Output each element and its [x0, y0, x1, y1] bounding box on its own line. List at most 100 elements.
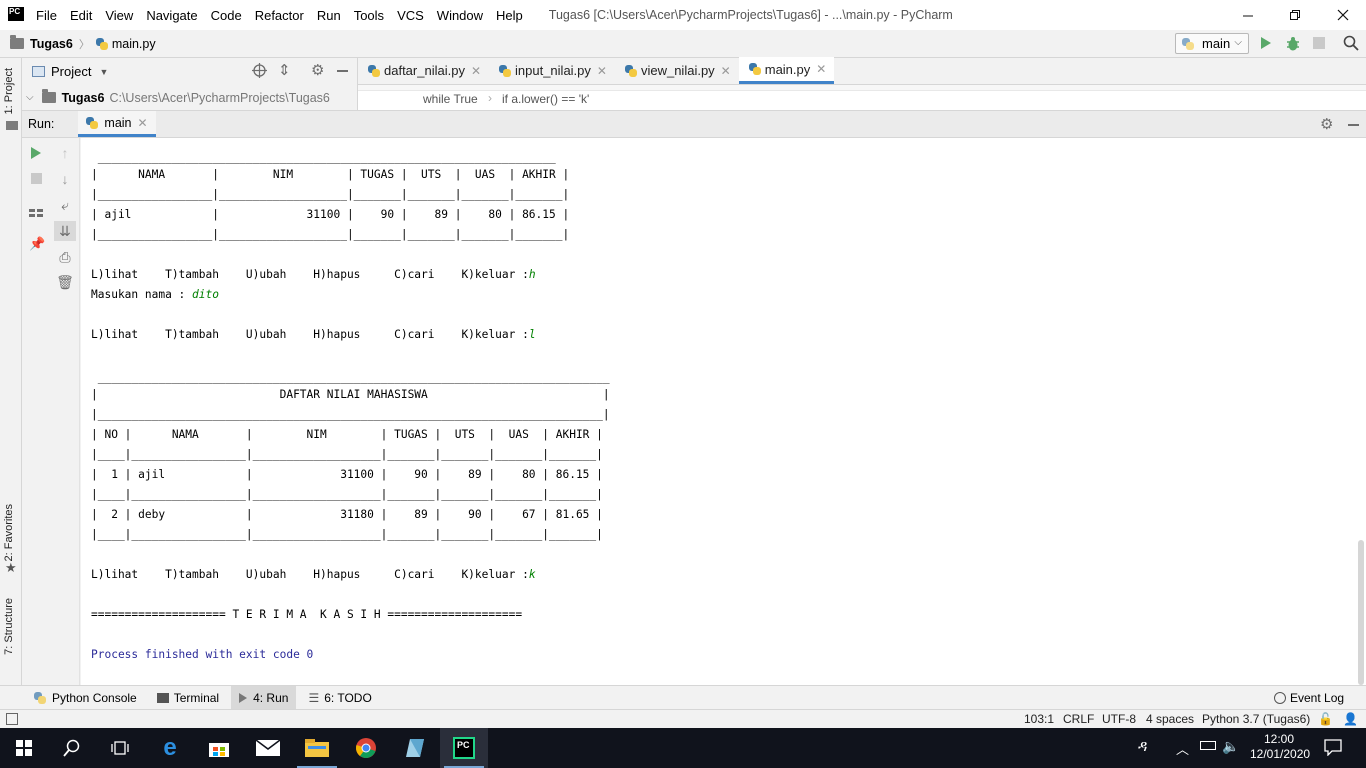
- chevron-down-icon[interactable]: ⌵: [26, 92, 34, 103]
- taskbar-edge[interactable]: e: [146, 728, 194, 768]
- chevron-up-icon[interactable]: ︿: [1176, 739, 1189, 758]
- up-arrow-icon[interactable]: ↑: [57, 145, 73, 161]
- taskbar-file-explorer[interactable]: [293, 728, 341, 768]
- locate-icon[interactable]: [252, 63, 267, 81]
- tab-main[interactable]: main.py ✕: [738, 57, 835, 84]
- collapse-all-icon[interactable]: ⇕: [278, 61, 291, 79]
- minimize-button[interactable]: [1225, 0, 1271, 30]
- close-window-button[interactable]: [1320, 0, 1366, 30]
- menu-help[interactable]: Help: [496, 8, 523, 23]
- down-arrow-icon[interactable]: ↓: [57, 171, 73, 187]
- search-icon: [1343, 35, 1359, 51]
- python-interpreter[interactable]: Python 3.7 (Tugas6): [1202, 712, 1310, 726]
- search-button[interactable]: [48, 728, 96, 768]
- pycharm-icon: PC: [453, 737, 475, 759]
- indent-setting[interactable]: 4 spaces: [1146, 712, 1194, 726]
- play-icon: [1261, 37, 1271, 49]
- layout-button[interactable]: [29, 206, 43, 217]
- taskbar-chrome[interactable]: [342, 728, 390, 768]
- soft-wrap-icon[interactable]: ⤶: [57, 197, 73, 213]
- close-tab-icon[interactable]: ✕: [816, 62, 826, 76]
- menu-window[interactable]: Window: [437, 8, 483, 23]
- pycharm-logo-icon: PC: [8, 7, 24, 23]
- menu-file[interactable]: File: [36, 8, 57, 23]
- python-file-icon: [368, 64, 380, 77]
- battery-icon[interactable]: [1200, 741, 1216, 750]
- menu-tools[interactable]: Tools: [354, 8, 384, 23]
- breadcrumb-if[interactable]: if a.lower() == 'k': [502, 92, 589, 106]
- gear-icon[interactable]: ⚙: [1320, 115, 1333, 133]
- console-line: |_______________________________________…: [91, 408, 610, 421]
- inspector-icon[interactable]: 👤: [1343, 712, 1358, 726]
- tab-favorites[interactable]: 2: Favorites: [3, 504, 15, 561]
- people-icon[interactable]: ዳ: [1138, 738, 1147, 755]
- close-icon: [1337, 9, 1349, 21]
- chevron-down-icon[interactable]: ▼: [99, 67, 108, 77]
- menu-run[interactable]: Run: [317, 8, 341, 23]
- run-button[interactable]: [1261, 37, 1271, 49]
- taskbar-app[interactable]: [391, 728, 439, 768]
- breadcrumb-file[interactable]: main.py: [112, 37, 156, 51]
- console-scroll-thumb[interactable]: [1358, 540, 1364, 685]
- project-panel-title[interactable]: Project: [51, 64, 91, 79]
- tool-window-toggle-icon[interactable]: [6, 713, 18, 725]
- tab-python-console[interactable]: Python Console: [26, 686, 145, 710]
- folder-icon: [10, 35, 24, 49]
- start-button[interactable]: [0, 728, 48, 768]
- breadcrumb-while[interactable]: while True: [423, 92, 478, 106]
- search-everywhere-button[interactable]: [1343, 35, 1359, 54]
- menu-refactor[interactable]: Refactor: [255, 8, 304, 23]
- menu-code[interactable]: Code: [211, 8, 242, 23]
- caret-position[interactable]: 103:1: [1024, 712, 1054, 726]
- lock-icon[interactable]: 🔓: [1318, 712, 1333, 726]
- taskbar-pycharm[interactable]: PC: [440, 728, 488, 768]
- tab-view-nilai[interactable]: view_nilai.py ✕: [615, 57, 739, 84]
- tab-label: Event Log: [1290, 690, 1345, 705]
- taskbar-store[interactable]: [195, 728, 243, 768]
- close-tab-icon[interactable]: ✕: [597, 64, 607, 78]
- rerun-button[interactable]: [31, 147, 41, 159]
- task-view-button[interactable]: [96, 728, 144, 768]
- tab-structure[interactable]: 7: Structure: [3, 598, 15, 655]
- run-config-label: main: [1202, 36, 1231, 51]
- stop-button[interactable]: [1313, 37, 1325, 49]
- menu-vcs[interactable]: VCS: [397, 8, 424, 23]
- run-console-output[interactable]: ________________________________________…: [81, 138, 1356, 685]
- file-encoding[interactable]: UTF-8: [1102, 712, 1136, 726]
- folder-icon: [305, 739, 329, 757]
- restore-button[interactable]: [1272, 0, 1318, 30]
- print-icon[interactable]: ⎙: [57, 249, 73, 265]
- tab-daftar-nilai[interactable]: daftar_nilai.py ✕: [358, 57, 489, 84]
- breadcrumb-project[interactable]: Tugas6: [30, 37, 73, 51]
- close-tab-icon[interactable]: ✕: [721, 64, 731, 78]
- hide-panel-icon[interactable]: [337, 70, 348, 72]
- action-center-button[interactable]: [1324, 739, 1342, 759]
- menu-edit[interactable]: Edit: [70, 8, 92, 23]
- tab-terminal[interactable]: Terminal: [149, 686, 227, 710]
- trash-icon[interactable]: 🗑: [56, 274, 74, 290]
- menu-view[interactable]: View: [105, 8, 133, 23]
- pin-icon[interactable]: 📌: [29, 236, 45, 252]
- tab-project[interactable]: 1: Project: [3, 68, 15, 114]
- menu-navigate[interactable]: Navigate: [146, 8, 197, 23]
- scroll-to-end-icon[interactable]: ⇊: [54, 221, 76, 241]
- taskbar-mail[interactable]: [244, 728, 292, 768]
- line-separator[interactable]: CRLF: [1063, 712, 1094, 726]
- clock[interactable]: 12:00 12/01/2020: [1250, 732, 1310, 762]
- close-tab-icon[interactable]: ✕: [138, 116, 148, 130]
- tab-todo[interactable]: ☰ 6: TODO: [300, 686, 379, 710]
- store-icon: [209, 743, 229, 757]
- tab-event-log[interactable]: Event Log: [1266, 686, 1352, 710]
- tab-label: view_nilai.py: [640, 63, 715, 78]
- hide-panel-icon[interactable]: [1348, 124, 1359, 126]
- debug-button[interactable]: [1285, 36, 1301, 55]
- run-tab-main[interactable]: main ✕: [78, 111, 156, 137]
- run-config-select[interactable]: main ⌵: [1175, 33, 1249, 54]
- project-tree-root[interactable]: ⌵ Tugas6 C:\Users\Acer\PycharmProjects\T…: [22, 85, 358, 110]
- close-tab-icon[interactable]: ✕: [471, 64, 481, 78]
- tab-run[interactable]: 4: Run: [231, 685, 297, 710]
- volume-icon[interactable]: 🔈: [1222, 738, 1239, 755]
- gear-icon[interactable]: ⚙: [311, 61, 324, 79]
- tab-input-nilai[interactable]: input_nilai.py ✕: [489, 57, 615, 84]
- stop-button[interactable]: [31, 173, 42, 184]
